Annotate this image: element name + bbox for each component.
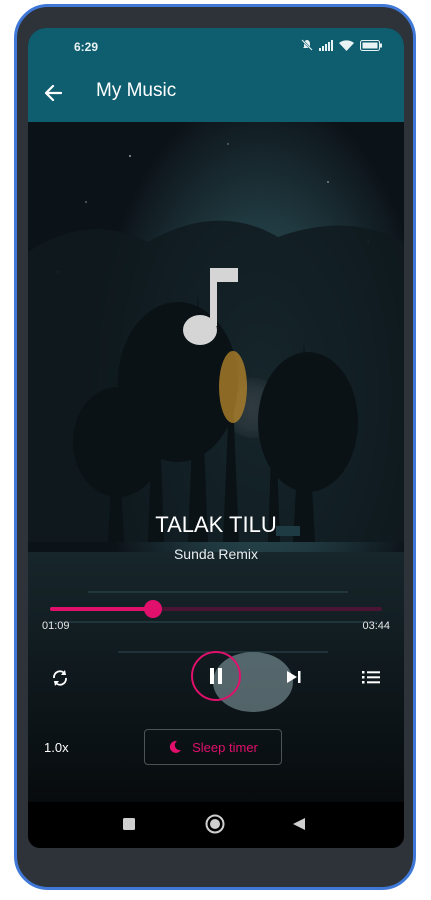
- circle-home-icon: [205, 814, 225, 834]
- sleep-timer-button[interactable]: Sleep timer: [144, 729, 282, 765]
- repeat-icon: [53, 670, 67, 686]
- status-bar: 6:29: [28, 28, 404, 64]
- back-nav-button[interactable]: [292, 817, 306, 831]
- music-note-icon: [183, 268, 238, 345]
- seek-handle[interactable]: [143, 600, 162, 618]
- seek-bar[interactable]: [50, 600, 382, 618]
- back-button[interactable]: [38, 78, 68, 108]
- play-pause-button[interactable]: [191, 651, 241, 701]
- playback-speed-button[interactable]: 1.0x: [44, 740, 69, 755]
- battery-icon: [360, 39, 382, 51]
- moon-icon: [169, 740, 182, 753]
- total-time: 03:44: [362, 620, 390, 632]
- next-button[interactable]: [280, 663, 308, 691]
- home-button[interactable]: [205, 814, 225, 834]
- queue-button[interactable]: [356, 662, 386, 692]
- system-nav-bar: [28, 802, 404, 848]
- status-time: 6:29: [74, 40, 99, 54]
- app-bar: My Music: [28, 64, 404, 122]
- queue-list-icon: [362, 671, 380, 684]
- skip-next-icon: [287, 671, 301, 683]
- arrow-back-icon: [44, 84, 62, 102]
- recents-button[interactable]: [122, 817, 136, 831]
- pause-icon: [210, 668, 222, 684]
- song-title: TALAK TILU: [155, 512, 277, 537]
- page-title: My Music: [96, 80, 177, 101]
- signal-icon: [319, 39, 333, 51]
- repeat-button[interactable]: [46, 664, 74, 692]
- sleep-timer-label: Sleep timer: [192, 739, 258, 755]
- current-time: 01:09: [42, 620, 70, 632]
- triangle-back-icon: [293, 818, 305, 830]
- seek-progress: [50, 607, 153, 611]
- square-icon: [123, 818, 135, 830]
- mute-icon: [301, 39, 313, 51]
- status-icons: [301, 39, 382, 51]
- screen: 6:29 My Music TALAK TILU Sunda Remix 01:…: [28, 28, 404, 848]
- wifi-icon: [339, 39, 354, 51]
- song-artist: Sunda Remix: [173, 546, 259, 562]
